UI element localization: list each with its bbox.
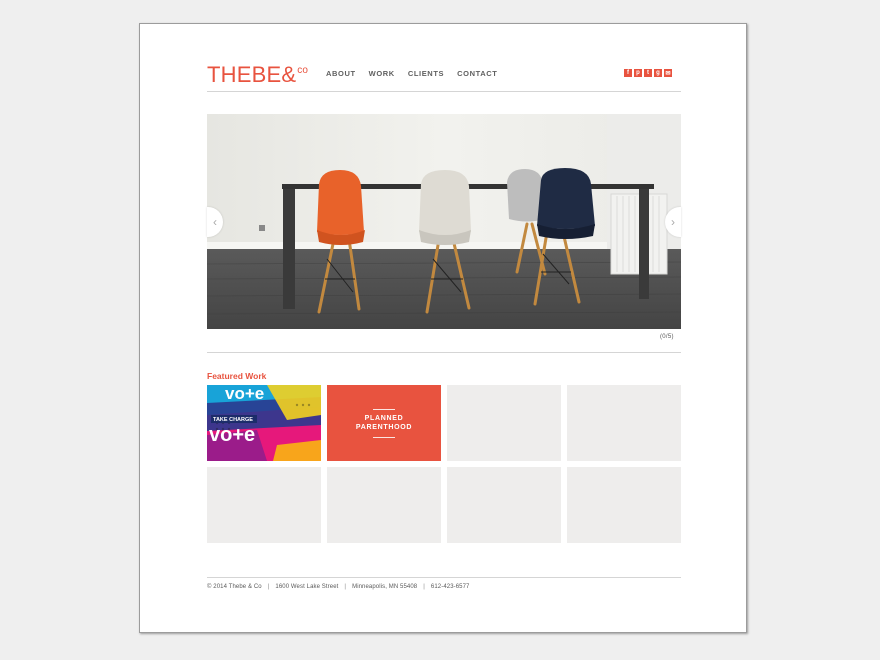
logo-superscript: co [297,65,309,76]
vote-line-2: vo+e [209,424,255,446]
chevron-right-icon: › [671,215,675,229]
social-icons: f p t g ✉ [624,69,672,77]
twitter-icon[interactable]: t [644,69,652,77]
pinterest-icon[interactable]: p [634,69,642,77]
brand-logo[interactable]: THEBE&co [207,62,308,93]
footer-address: 1600 West Lake Street [275,584,339,590]
work-tile-placeholder[interactable] [567,385,681,461]
chairs-photo [207,114,681,329]
nav-about[interactable]: ABOUT [326,69,356,78]
work-tile-placeholder[interactable] [567,467,681,543]
work-tile-placeholder[interactable] [207,467,321,543]
slide-counter: (0/5) [660,334,674,340]
chevron-left-icon: ‹ [213,215,217,229]
main-nav: ABOUT WORK CLIENTS CONTACT [326,69,497,78]
page-frame: THEBE&co ABOUT WORK CLIENTS CONTACT f p … [139,23,747,633]
nav-clients[interactable]: CLIENTS [408,69,444,78]
vote-take-charge: TAKE CHARGE [213,417,253,423]
tile-divider-bottom [373,436,395,438]
label-line-2: PARENTHOOD [355,424,413,431]
nav-contact[interactable]: CONTACT [457,69,497,78]
footer-phone[interactable]: 612-423-6577 [431,584,470,590]
footer-city: Minneapolis, MN 55408 [352,584,418,590]
featured-work-heading: Featured Work [207,371,267,381]
hero-slide-image [207,114,681,329]
work-tile-placeholder[interactable] [447,467,561,543]
vote-artwork: vo+e TAKE CHARGE vo+e [207,385,321,461]
tile-divider-top [373,408,395,410]
logo-text: THEBE& [207,62,297,87]
email-icon[interactable]: ✉ [664,69,672,77]
section-divider [207,352,681,353]
nav-work[interactable]: WORK [369,69,395,78]
footer-copyright: © 2014 Thebe & Co [207,584,262,590]
footer-divider [207,577,681,578]
footer: © 2014 Thebe & Co | 1600 West Lake Street |… [207,584,470,590]
facebook-icon[interactable]: f [624,69,632,77]
google-plus-icon[interactable]: g [654,69,662,77]
header-divider [207,91,681,92]
label-line-1: PLANNED [364,414,404,422]
planned-parenthood-label: PLANNED PARENTHOOD [356,414,412,433]
featured-work-grid: vo+e TAKE CHARGE vo+e PLANNED PARENTHOOD [207,385,681,543]
planned-parenthood-tile[interactable]: PLANNED PARENTHOOD [327,385,441,461]
work-tile-placeholder[interactable] [447,385,561,461]
work-tile-placeholder[interactable] [327,467,441,543]
vote-line-1: vo+e [225,385,264,403]
vote-work-tile[interactable]: vo+e TAKE CHARGE vo+e [207,385,321,461]
